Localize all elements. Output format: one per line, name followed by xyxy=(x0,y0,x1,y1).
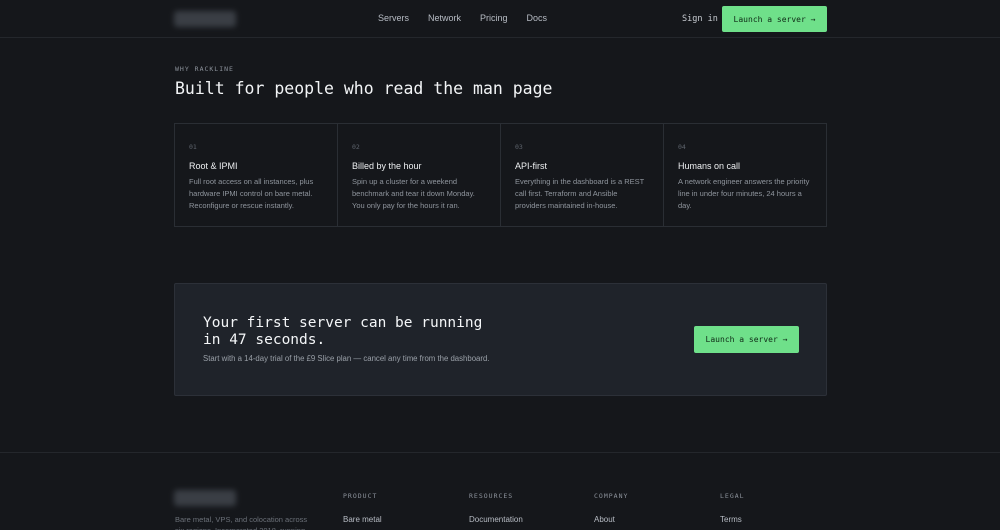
sign-in-link[interactable]: Sign in xyxy=(682,14,718,24)
footer-link[interactable]: Documentation xyxy=(469,515,523,524)
footer-column-resources: RESOURCES Documentation xyxy=(469,492,523,524)
feature-description: Everything in the dashboard is a REST ca… xyxy=(515,177,645,210)
feature-number: 03 xyxy=(515,143,523,151)
launch-server-button[interactable]: Launch a server → xyxy=(722,6,827,32)
feature-description: A network engineer answers the priority … xyxy=(678,177,810,210)
section-heading: Built for people who read the man page xyxy=(175,79,553,98)
nav-network[interactable]: Network xyxy=(428,13,461,23)
cta-title: Your first server can be running in 47 s… xyxy=(203,315,483,348)
feature-title: Root & IPMI xyxy=(189,161,238,171)
feature-card: 04 Humans on call A network engineer ans… xyxy=(664,124,826,226)
feature-number: 01 xyxy=(189,143,197,151)
footer-link[interactable]: Terms xyxy=(720,515,745,524)
nav-servers[interactable]: Servers xyxy=(378,13,409,23)
footer-heading: COMPANY xyxy=(594,492,629,500)
feature-description: Spin up a cluster for a weekend benchmar… xyxy=(352,177,475,210)
feature-card: 02 Billed by the hour Spin up a cluster … xyxy=(338,124,501,226)
footer-heading: RESOURCES xyxy=(469,492,514,500)
feature-cards: 01 Root & IPMI Full root access on all i… xyxy=(174,123,827,227)
footer-link[interactable]: About xyxy=(594,515,628,524)
cta-subtitle: Start with a 14-day trial of the £9 Slic… xyxy=(203,354,490,363)
nav-docs[interactable]: Docs xyxy=(527,13,548,23)
feature-title: API-first xyxy=(515,161,548,171)
footer-logo[interactable] xyxy=(174,490,236,506)
feature-description: Full root access on all instances, plus … xyxy=(189,177,314,210)
brand-logo[interactable] xyxy=(174,11,236,27)
feature-card: 01 Root & IPMI Full root access on all i… xyxy=(175,124,338,226)
feature-title: Billed by the hour xyxy=(352,161,422,171)
footer-column-legal: LEGAL Terms xyxy=(720,492,745,524)
main-nav: Servers Network Pricing Docs xyxy=(378,13,566,23)
footer-tagline: Bare metal, VPS, and colocation across s… xyxy=(175,515,308,530)
section-eyebrow: WHY RACKLINE xyxy=(175,65,234,73)
footer-column-company: COMPANY About xyxy=(594,492,628,524)
feature-number: 02 xyxy=(352,143,360,151)
footer-column-product: PRODUCT Bare metal xyxy=(343,492,382,524)
footer-link[interactable]: Bare metal xyxy=(343,515,382,524)
footer-heading: PRODUCT xyxy=(343,492,378,500)
feature-title: Humans on call xyxy=(678,161,741,171)
site-footer: Bare metal, VPS, and colocation across s… xyxy=(0,452,1000,530)
nav-pricing[interactable]: Pricing xyxy=(480,13,508,23)
cta-banner: Your first server can be running in 47 s… xyxy=(174,283,827,396)
site-header: Servers Network Pricing Docs Sign in Lau… xyxy=(0,0,1000,38)
feature-number: 04 xyxy=(678,143,686,151)
feature-card: 03 API-first Everything in the dashboard… xyxy=(501,124,664,226)
cta-launch-button[interactable]: Launch a server → xyxy=(694,326,799,353)
footer-heading: LEGAL xyxy=(720,492,745,500)
